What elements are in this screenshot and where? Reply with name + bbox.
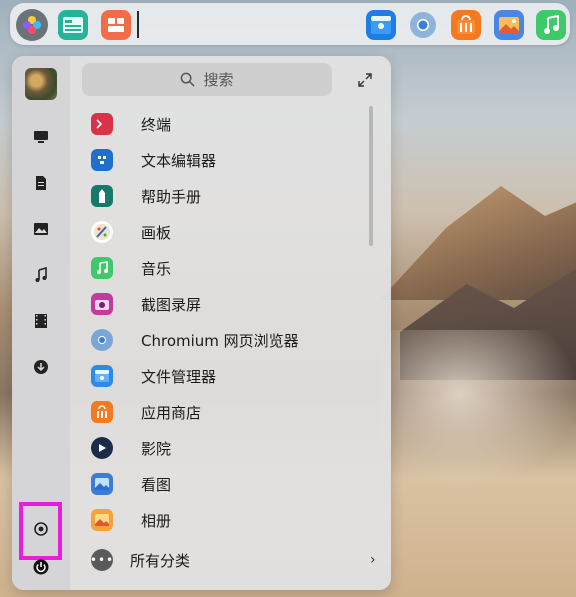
music-icon[interactable] <box>536 10 566 40</box>
app-item-chromium[interactable]: Chromium 网页浏览器 <box>82 322 382 358</box>
document-icon[interactable] <box>30 172 52 194</box>
video-icon[interactable] <box>30 310 52 332</box>
app-item-screenshot[interactable]: 截图录屏 <box>82 286 382 322</box>
picture-icon[interactable] <box>30 218 52 240</box>
app-label: 画板 <box>141 223 172 242</box>
dock <box>10 3 570 45</box>
app-list-scrollbar[interactable] <box>369 106 373 246</box>
app-label: 帮助手册 <box>141 187 202 206</box>
fullscreen-toggle-icon[interactable] <box>357 72 373 88</box>
chromium-app-icon <box>91 329 113 351</box>
launcher-panel: 搜索 终端 文本编辑器 帮助手册 画板 音乐 截图录屏 Chromium 网页浏… <box>12 56 391 590</box>
app-item-movie[interactable]: 影院 <box>82 430 382 466</box>
album-icon <box>91 509 113 531</box>
app-item-app-store[interactable]: 应用商店 <box>82 394 382 430</box>
search-placeholder: 搜索 <box>203 71 234 89</box>
music-app-icon <box>91 257 113 279</box>
image-viewer-icon[interactable] <box>494 10 524 40</box>
movie-icon <box>91 437 113 459</box>
app-item-album[interactable]: 相册 <box>82 502 382 538</box>
text-editor-icon <box>91 149 113 171</box>
draw-icon <box>91 221 113 243</box>
more-dots-icon: ••• <box>90 549 113 571</box>
search-icon <box>181 72 196 87</box>
screenshot-icon <box>91 293 113 315</box>
app-item-file-manager[interactable]: 文件管理器 <box>82 358 382 394</box>
app-label: 影院 <box>141 439 172 458</box>
file-manager-app-icon <box>91 365 113 387</box>
app-item-terminal[interactable]: 终端 <box>82 106 382 142</box>
app-label: Chromium 网页浏览器 <box>141 331 299 350</box>
app-item-manual[interactable]: 帮助手册 <box>82 178 382 214</box>
app-store-app-icon <box>91 401 113 423</box>
app-label: 截图录屏 <box>141 295 202 314</box>
chromium-icon[interactable] <box>408 10 438 40</box>
app-label: 文件管理器 <box>141 367 217 386</box>
workspace-icon[interactable] <box>101 10 131 40</box>
app-store-icon[interactable] <box>451 10 481 40</box>
settings-highlight-box <box>19 502 62 560</box>
all-categories-label: 所有分类 <box>130 551 191 570</box>
power-icon[interactable] <box>30 556 52 578</box>
wallpaper-haze <box>380 330 576 490</box>
app-label: 音乐 <box>141 259 172 278</box>
download-icon[interactable] <box>30 356 52 378</box>
category-sidebar <box>12 56 70 590</box>
multitask-view-icon[interactable] <box>58 10 88 40</box>
app-item-image-viewer[interactable]: 看图 <box>82 466 382 502</box>
image-viewer-app-icon <box>91 473 113 495</box>
app-item-draw[interactable]: 画板 <box>82 214 382 250</box>
wallpaper-dune <box>380 186 576 300</box>
all-categories-button[interactable]: ••• 所有分类 › <box>82 543 382 577</box>
launcher-icon[interactable] <box>16 9 48 41</box>
computer-icon[interactable] <box>30 126 52 148</box>
chevron-right-icon: › <box>370 552 376 568</box>
app-item-music[interactable]: 音乐 <box>82 250 382 286</box>
app-label: 文本编辑器 <box>141 151 217 170</box>
app-label: 看图 <box>141 475 172 494</box>
app-label: 相册 <box>141 511 172 530</box>
music-note-icon[interactable] <box>30 264 52 286</box>
app-item-text-editor[interactable]: 文本编辑器 <box>82 142 382 178</box>
terminal-icon <box>91 113 113 135</box>
manual-icon <box>91 185 113 207</box>
file-manager-icon[interactable] <box>366 10 396 40</box>
app-label: 终端 <box>141 115 172 134</box>
search-input[interactable]: 搜索 <box>82 63 332 96</box>
user-avatar[interactable] <box>25 68 57 100</box>
dock-separator <box>137 11 139 38</box>
app-label: 应用商店 <box>141 403 202 422</box>
